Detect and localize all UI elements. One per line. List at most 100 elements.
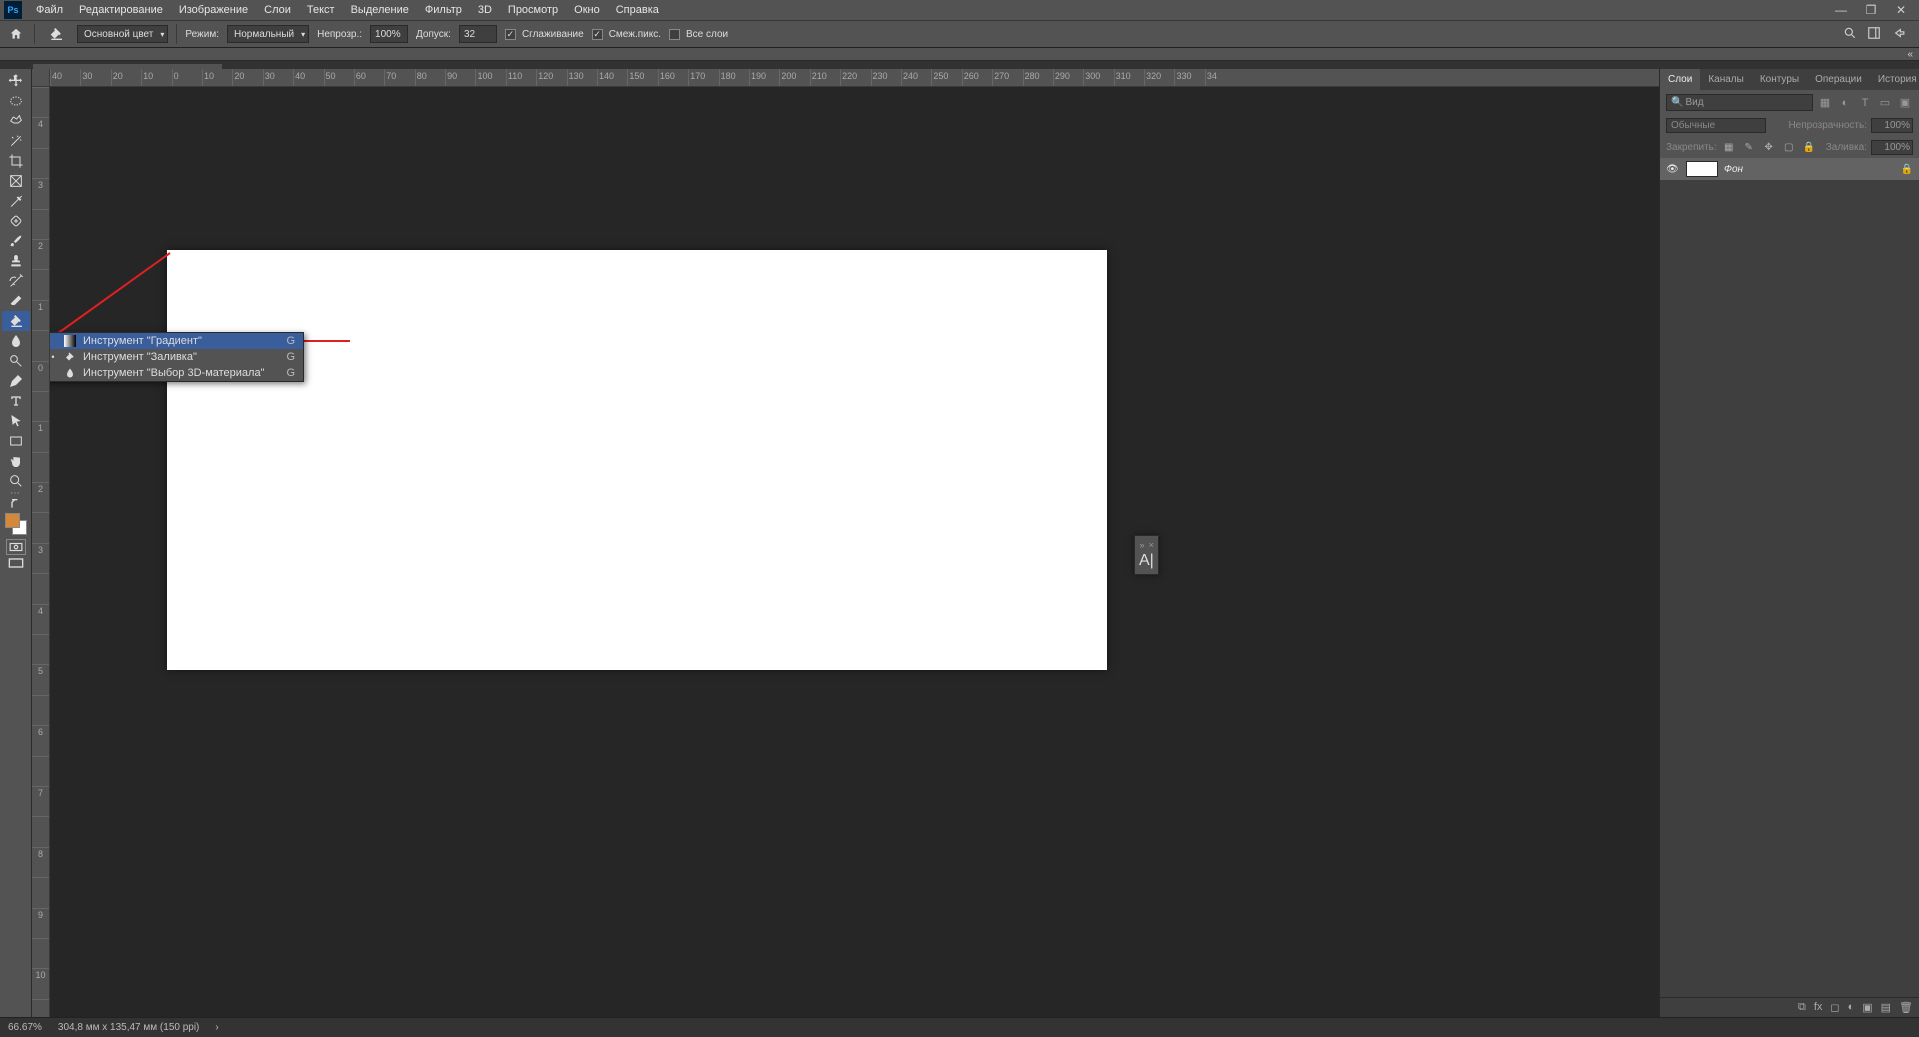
filter-smart-icon[interactable]: ▣ — [1897, 95, 1913, 111]
all-layers-option[interactable]: Все слои — [669, 29, 728, 40]
filter-image-icon[interactable]: ▦ — [1817, 95, 1833, 111]
share-icon[interactable] — [1891, 26, 1905, 43]
eraser-tool[interactable] — [2, 291, 30, 311]
foreground-color[interactable] — [5, 513, 20, 528]
horizontal-ruler[interactable]: 4030201001020304050607080901001101201301… — [50, 69, 1659, 87]
type-tool[interactable] — [2, 391, 30, 411]
brush-tool[interactable] — [2, 231, 30, 251]
menu-view[interactable]: Просмотр — [500, 2, 566, 18]
eyedropper-tool[interactable] — [2, 191, 30, 211]
document-dimensions[interactable]: 304,8 мм x 135,47 мм (150 ppi) — [58, 1022, 199, 1033]
flyout-bucket-tool[interactable]: • Инструмент "Заливка" G — [50, 349, 303, 365]
glyphs-panel[interactable]: »× A| — [1134, 535, 1159, 575]
screen-mode-icon[interactable] — [2, 555, 30, 571]
tab-channels[interactable]: Каналы — [1700, 69, 1752, 90]
tab-history[interactable]: История — [1870, 69, 1919, 90]
contiguous-checkbox[interactable]: ✓ — [592, 29, 603, 40]
flyout-gradient-tool[interactable]: Инструмент "Градиент" G — [50, 333, 303, 349]
layer-search[interactable]: 🔍 Вид — [1666, 94, 1813, 111]
path-select-tool[interactable] — [2, 411, 30, 431]
fill-input[interactable]: 100% — [1871, 140, 1913, 155]
quick-mask-toggle[interactable] — [6, 539, 26, 555]
layer-name[interactable]: Фон — [1724, 164, 1895, 175]
lock-brush-icon[interactable]: ✎ — [1741, 139, 1757, 155]
lock-artboard-icon[interactable]: ▢ — [1781, 139, 1797, 155]
hand-tool[interactable] — [2, 451, 30, 471]
trash-icon[interactable]: 🗑 — [1899, 1001, 1913, 1014]
frame-tool[interactable] — [2, 171, 30, 191]
tab-actions[interactable]: Операции — [1807, 69, 1870, 90]
tolerance-input[interactable]: 32 — [459, 25, 497, 43]
opacity-input[interactable]: 100% — [370, 25, 408, 43]
menu-type[interactable]: Текст — [299, 2, 343, 18]
menu-window[interactable]: Окно — [566, 2, 608, 18]
tab-layers[interactable]: Слои — [1660, 69, 1700, 90]
vertical-ruler[interactable]: 4321012345678910111213 — [32, 87, 50, 1017]
flyout-3d-material-tool[interactable]: Инструмент "Выбор 3D-материала" G — [50, 365, 303, 381]
menu-layers[interactable]: Слои — [256, 2, 299, 18]
menu-image[interactable]: Изображение — [171, 2, 256, 18]
layer-locked-icon[interactable]: 🔒 — [1901, 164, 1913, 175]
menu-file[interactable]: Файл — [28, 2, 71, 18]
new-layer-icon[interactable]: ▤ — [1881, 1001, 1891, 1014]
antialias-checkbox[interactable]: ✓ — [505, 29, 516, 40]
opacity-panel-input[interactable]: 100% — [1871, 118, 1913, 133]
fx-icon[interactable]: fx — [1814, 1001, 1823, 1014]
healing-tool[interactable] — [2, 211, 30, 231]
status-more-icon[interactable]: › — [215, 1022, 218, 1033]
menu-edit[interactable]: Редактирование — [71, 2, 171, 18]
workspace-icon[interactable] — [1867, 26, 1881, 43]
zoom-tool[interactable] — [2, 471, 30, 491]
menu-help[interactable]: Справка — [608, 2, 667, 18]
swap-colors-icon[interactable] — [2, 499, 30, 511]
visibility-icon[interactable]: 👁 — [1666, 164, 1680, 175]
search-icon[interactable] — [1843, 26, 1857, 43]
window-restore[interactable]: ❐ — [1857, 1, 1885, 19]
menu-filter[interactable]: Фильтр — [417, 2, 470, 18]
blur-tool[interactable] — [2, 331, 30, 351]
stamp-tool[interactable] — [2, 251, 30, 271]
lock-position-icon[interactable]: ✥ — [1761, 139, 1777, 155]
filter-type-icon[interactable]: T — [1857, 95, 1873, 111]
wand-tool[interactable] — [2, 131, 30, 151]
layer-thumbnail[interactable] — [1686, 161, 1718, 177]
blend-mode-dropdown[interactable]: Нормальный — [227, 25, 309, 43]
marquee-tool[interactable] — [2, 91, 30, 111]
dodge-tool[interactable] — [2, 351, 30, 371]
history-brush-tool[interactable] — [2, 271, 30, 291]
shape-tool[interactable] — [2, 431, 30, 451]
menu-3d[interactable]: 3D — [470, 2, 500, 18]
ruler-origin[interactable] — [32, 69, 50, 87]
home-icon[interactable] — [6, 25, 26, 43]
antialias-option[interactable]: ✓Сглаживание — [505, 29, 584, 40]
collapse-icon[interactable]: » — [1140, 540, 1145, 550]
move-tool[interactable] — [2, 71, 30, 91]
document-canvas[interactable] — [167, 250, 1107, 670]
window-minimize[interactable]: — — [1827, 1, 1855, 19]
window-close[interactable]: ✕ — [1887, 1, 1915, 19]
filter-shape-icon[interactable]: ▭ — [1877, 95, 1893, 111]
lasso-tool[interactable] — [2, 111, 30, 131]
lock-pixels-icon[interactable]: ▦ — [1721, 139, 1737, 155]
close-icon[interactable]: × — [1149, 540, 1154, 550]
contiguous-option[interactable]: ✓Смеж.пикс. — [592, 29, 661, 40]
collapse-icon[interactable]: « — [1907, 49, 1913, 60]
work-area[interactable]: Инструмент "Градиент" G • Инструмент "За… — [50, 87, 1659, 1017]
adjustment-icon[interactable]: ◐ — [1848, 1001, 1855, 1014]
tab-paths[interactable]: Контуры — [1752, 69, 1807, 90]
crop-tool[interactable] — [2, 151, 30, 171]
current-tool-icon[interactable] — [43, 24, 69, 44]
pen-tool[interactable] — [2, 371, 30, 391]
color-swatches[interactable] — [5, 513, 27, 535]
all-layers-checkbox[interactable] — [669, 29, 680, 40]
lock-all-icon[interactable]: 🔒 — [1801, 139, 1817, 155]
link-icon[interactable]: ⧉ — [1798, 1001, 1806, 1014]
filter-adjust-icon[interactable]: ◐ — [1837, 95, 1853, 111]
layer-item-background[interactable]: 👁 Фон 🔒 — [1660, 158, 1919, 180]
zoom-level[interactable]: 66.67% — [8, 1022, 42, 1033]
menu-select[interactable]: Выделение — [343, 2, 417, 18]
gradient-bucket-tool[interactable] — [2, 311, 30, 331]
folder-icon[interactable]: ▣ — [1862, 1001, 1872, 1014]
blend-mode-select[interactable]: Обычные — [1666, 118, 1766, 133]
mask-icon[interactable]: ◻ — [1830, 1001, 1839, 1014]
